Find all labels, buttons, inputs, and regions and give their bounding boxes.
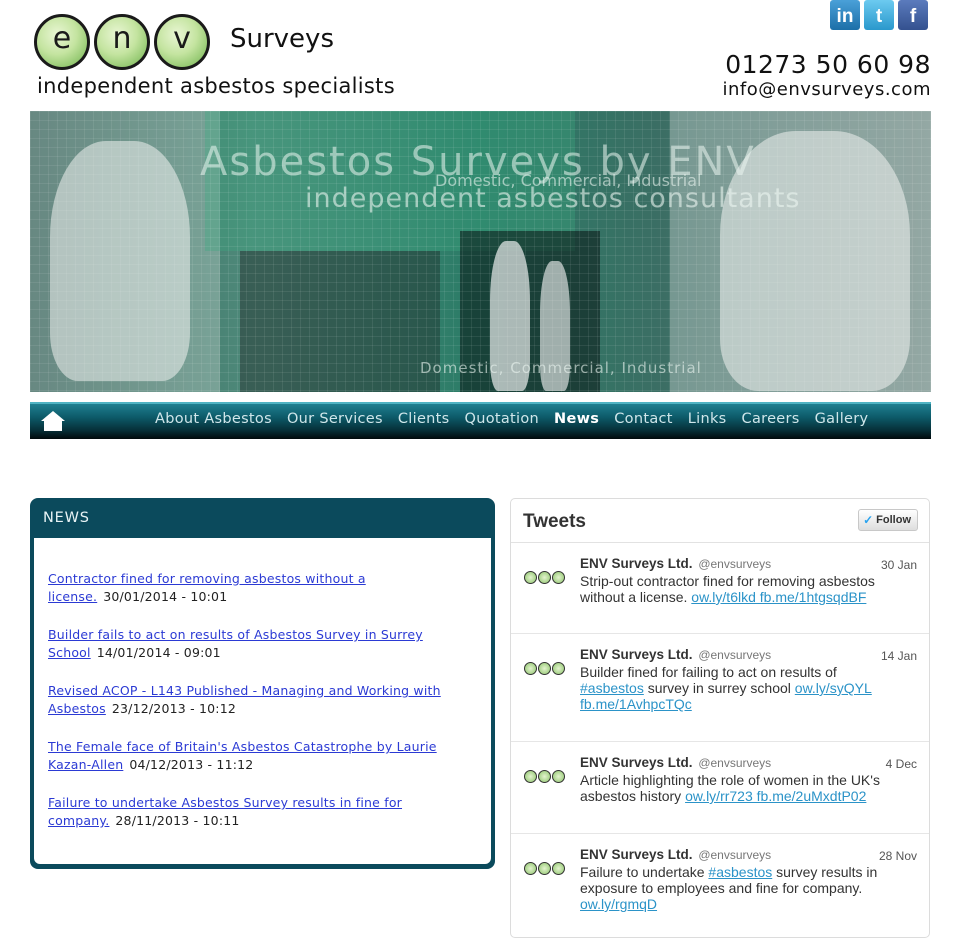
banner-line2: independent asbestos consultants (305, 183, 801, 214)
tweet-author[interactable]: ENV Surveys Ltd. @envsurveys (580, 755, 771, 770)
hashtag-link[interactable]: #asbestos (580, 680, 644, 696)
tweet: ENV Surveys Ltd. @envsurveys 14 Jan Buil… (511, 634, 929, 742)
logo-word: Surveys (230, 24, 334, 54)
news-title: NEWS (43, 510, 90, 526)
nav-our-services[interactable]: Our Services (287, 411, 383, 427)
tweet-links[interactable]: ow.ly/rgmqD (580, 896, 657, 912)
tweet-date[interactable]: 30 Jan (881, 558, 917, 572)
site-logo[interactable]: e n v Surveys independent asbestos speci… (34, 12, 414, 102)
tweet-text: Failure to undertake #asbestos survey re… (580, 864, 878, 912)
logo-circle-v: v (154, 14, 210, 70)
news-item: Builder fails to act on results of Asbes… (48, 626, 473, 662)
tweet-handle[interactable]: @envsurveys (698, 648, 771, 662)
tweet-author[interactable]: ENV Surveys Ltd. @envsurveys (580, 847, 771, 862)
follow-label: Follow (876, 514, 911, 526)
logo-circle-e: e (34, 14, 90, 70)
tweet-handle[interactable]: @envsurveys (698, 848, 771, 862)
tweet-text: Builder fined for failing to act on resu… (580, 664, 872, 712)
news-item: The Female face of Britain's Asbestos Ca… (48, 738, 473, 774)
avatar[interactable] (524, 770, 568, 786)
email-address[interactable]: info@envsurveys.com (722, 79, 931, 100)
nav-about-asbestos[interactable]: About Asbestos (155, 411, 272, 427)
twitter-bird-icon: ✓ (863, 513, 874, 527)
tweet: ENV Surveys Ltd. @envsurveys 28 Nov Fail… (511, 834, 929, 944)
news-date: 28/11/2013 - 10:11 (115, 813, 240, 828)
facebook-icon[interactable]: f (898, 0, 928, 30)
tweet-text: Article highlighting the role of women i… (580, 772, 880, 804)
follow-button[interactable]: ✓ Follow (858, 509, 918, 531)
news-panel: NEWS Contractor fined for removing asbes… (30, 498, 495, 869)
tweet-links[interactable]: ow.ly/t6lkd fb.me/1htgsqdBF (691, 589, 866, 605)
avatar[interactable] (524, 862, 568, 878)
logo-circle-n: n (94, 14, 150, 70)
main-nav: About Asbestos Our Services Clients Quot… (30, 402, 931, 439)
news-date: 30/01/2014 - 10:01 (103, 589, 228, 604)
social-links: in t f (830, 0, 928, 30)
banner-footer-text: Domestic, Commercial, Industrial (420, 359, 702, 377)
news-list: Contractor fined for removing asbestos w… (34, 538, 491, 864)
news-date: 23/12/2013 - 10:12 (111, 701, 237, 716)
twitter-widget: Tweets ✓ Follow ENV Surveys Ltd. @envsur… (510, 498, 930, 938)
news-date: 04/12/2013 - 11:12 (129, 757, 254, 772)
tweet-links[interactable]: ow.ly/rr723 fb.me/2uMxdtP02 (685, 788, 866, 804)
tweet: ENV Surveys Ltd. @envsurveys 30 Jan Stri… (511, 543, 929, 634)
tweet-text: Strip-out contractor fined for removing … (580, 573, 875, 605)
nav-clients[interactable]: Clients (398, 411, 450, 427)
tweet-author[interactable]: ENV Surveys Ltd. @envsurveys (580, 556, 771, 571)
avatar[interactable] (524, 571, 568, 587)
nav-quotation[interactable]: Quotation (465, 411, 540, 427)
avatar[interactable] (524, 662, 568, 678)
phone-number: 01273 50 60 98 (725, 50, 931, 79)
nav-contact[interactable]: Contact (614, 411, 673, 427)
tweet-date[interactable]: 28 Nov (879, 849, 917, 863)
hero-banner: Asbestos Surveys by ENV Domestic, Commer… (30, 111, 931, 392)
hashtag-link[interactable]: #asbestos (708, 864, 772, 880)
tweet-date[interactable]: 14 Jan (881, 649, 917, 663)
tagline: independent asbestos specialists (37, 74, 395, 98)
tweets-title: Tweets (523, 511, 587, 532)
tweet-author[interactable]: ENV Surveys Ltd. @envsurveys (580, 647, 771, 662)
tweet-handle[interactable]: @envsurveys (698, 557, 771, 571)
twitter-icon[interactable]: t (864, 0, 894, 30)
nav-links[interactable]: Links (688, 411, 727, 427)
tweet-date[interactable]: 4 Dec (886, 757, 917, 771)
tweet-handle[interactable]: @envsurveys (698, 756, 771, 770)
news-date: 14/01/2014 - 09:01 (96, 645, 221, 660)
news-item: Contractor fined for removing asbestos w… (48, 570, 473, 606)
news-item: Failure to undertake Asbestos Survey res… (48, 794, 473, 830)
nav-news[interactable]: News (554, 411, 599, 427)
banner-worker-figure (50, 141, 190, 381)
nav-careers[interactable]: Careers (742, 411, 800, 427)
linkedin-icon[interactable]: in (830, 0, 860, 30)
news-link[interactable]: Revised ACOP - L143 Published - Managing… (48, 683, 441, 716)
tweets-header: Tweets ✓ Follow (511, 499, 929, 543)
nav-gallery[interactable]: Gallery (815, 411, 869, 427)
home-icon[interactable] (40, 410, 66, 432)
news-item: Revised ACOP - L143 Published - Managing… (48, 682, 473, 718)
tweet: ENV Surveys Ltd. @envsurveys 4 Dec Artic… (511, 742, 929, 834)
